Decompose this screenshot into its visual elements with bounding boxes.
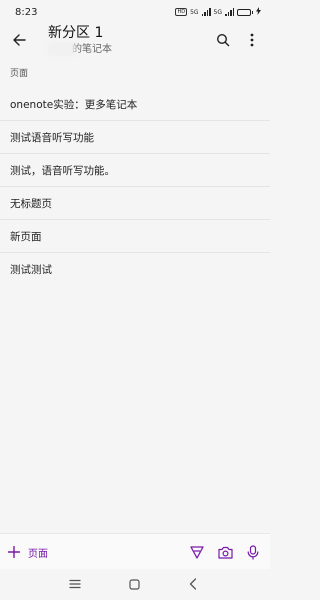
section-title: 新分区 1 <box>48 25 104 41</box>
status-bar: 8:23 HD 5G 5G <box>0 0 270 24</box>
pen-button[interactable] <box>188 543 206 561</box>
more-vertical-icon <box>250 33 254 47</box>
pen-icon <box>190 546 204 559</box>
search-icon <box>216 33 230 47</box>
add-page-label: 页面 <box>28 548 48 560</box>
more-options-button[interactable] <box>244 30 260 50</box>
page-item[interactable]: 无标题页 <box>0 187 270 220</box>
pages-section-header: 页面 <box>10 69 29 79</box>
home-icon <box>128 578 140 590</box>
signal-icon <box>201 8 211 16</box>
status-time: 8:23 <box>15 6 38 18</box>
redacted-text <box>48 42 76 56</box>
hd-badge: HD <box>175 8 188 16</box>
add-page-button[interactable]: 页面 <box>8 545 48 560</box>
page-item[interactable]: 测试测试 <box>0 253 270 285</box>
page-title: 新页面 <box>10 230 42 243</box>
menu-icon <box>69 579 81 589</box>
back-icon <box>189 578 197 590</box>
plus-icon <box>8 546 20 558</box>
microphone-icon <box>247 544 259 560</box>
network-label-2: 5G <box>213 8 222 16</box>
recent-apps-button[interactable] <box>68 577 82 591</box>
page-title: 无标题页 <box>10 197 52 210</box>
microphone-button[interactable] <box>244 543 262 561</box>
signal-icon-2 <box>225 8 234 16</box>
page-title: 测试，语音听写功能。 <box>10 164 115 177</box>
battery-icon <box>237 8 253 16</box>
page-list: onenote实验：更多笔记本 测试语音听写功能 测试，语音听写功能。 无标题页… <box>0 88 270 285</box>
search-button[interactable] <box>213 30 233 50</box>
page-item[interactable]: 测试语音听写功能 <box>0 121 270 154</box>
back-button[interactable] <box>9 30 29 50</box>
back-arrow-icon <box>13 34 26 46</box>
status-icons: HD 5G 5G <box>175 7 261 17</box>
camera-button[interactable] <box>216 543 234 561</box>
page-title: onenote实验：更多笔记本 <box>10 98 138 111</box>
network-label-1: 5G <box>190 8 199 16</box>
charging-icon <box>256 7 261 17</box>
page-item[interactable]: onenote实验：更多笔记本 <box>0 88 270 121</box>
system-back-button[interactable] <box>186 577 200 591</box>
camera-icon <box>217 546 233 559</box>
system-nav-bar <box>0 569 270 600</box>
page-item[interactable]: 新页面 <box>0 220 270 253</box>
page-title: 测试语音听写功能 <box>10 131 94 144</box>
home-button[interactable] <box>127 577 141 591</box>
bottom-toolbar: 页面 <box>0 533 270 570</box>
app-bar: 新分区 1 的笔记本 <box>0 24 270 58</box>
page-title: 测试测试 <box>10 263 52 276</box>
page-item[interactable]: 测试，语音听写功能。 <box>0 154 270 187</box>
